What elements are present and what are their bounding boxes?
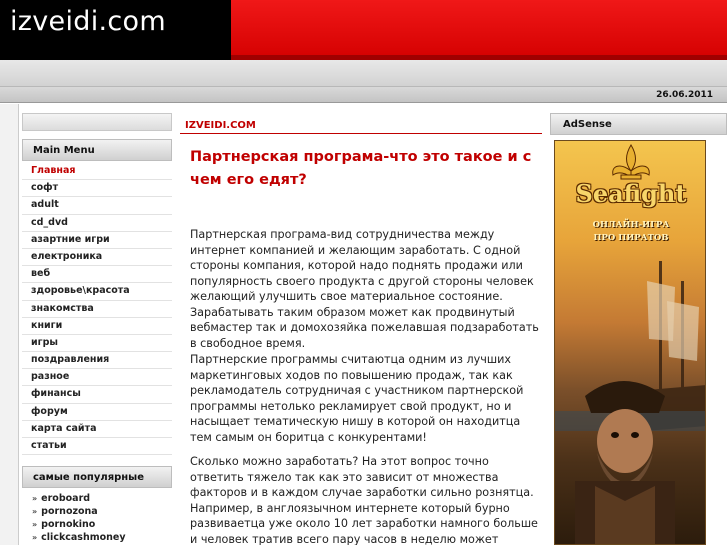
ad-tagline-1: ОНЛАЙН-ИГРА [592, 220, 670, 230]
main-menu-item[interactable]: здоровье\красота [22, 283, 172, 301]
article-paragraph-3: Сколько можно заработать? На этот вопрос… [190, 455, 538, 545]
site-title[interactable]: izveidi.com [10, 6, 166, 37]
ad-tagline-2: ПРО ПИРАТОВ [593, 233, 669, 243]
breadcrumb[interactable]: IZVEIDI.COM [180, 120, 542, 134]
main-menu-item[interactable]: cd_dvd [22, 215, 172, 232]
popular-title: самые популярные [22, 466, 172, 488]
popular-list: » eroboard» pornozona» pornokino» clickcashm… [22, 493, 172, 545]
pirate-icon [575, 381, 675, 544]
main-menu-item[interactable]: форум [22, 404, 172, 421]
main-menu-item[interactable]: знакомства [22, 301, 172, 318]
main-menu-title: Main Menu [22, 139, 172, 161]
popular-item[interactable]: » pornokino [22, 519, 172, 532]
main-menu-item[interactable]: разное [22, 369, 172, 387]
main-content: IZVEIDI.COM Партнерская програма-что это… [180, 110, 542, 545]
popular-item[interactable]: » pornozona [22, 506, 172, 519]
popular-item[interactable]: » clickcashmoney [22, 532, 172, 545]
main-menu-item[interactable]: игры [22, 335, 172, 353]
sidebar-top-bar [22, 113, 172, 131]
site-header: izveidi.com [0, 0, 727, 60]
main-menu-item[interactable]: статьи [22, 438, 172, 456]
popular-item-label: pornozona [41, 506, 98, 517]
main-menu-item[interactable]: електроника [22, 249, 172, 267]
left-sidebar: Main Menu Главная софт adult cd_dvd азартние… [22, 110, 172, 545]
article-paragraph-2: Партнерские программы считаютца одним из… [190, 353, 524, 444]
bullet-icon: » [32, 494, 38, 503]
header-red-band [231, 0, 727, 60]
ad-logo: Seafight [575, 179, 687, 208]
popular-item-label: pornokino [41, 519, 96, 530]
main-menu-item[interactable]: софт [22, 180, 172, 198]
adsense-title: AdSense [550, 113, 727, 135]
article-title: Партнерская програма-что это такое и с ч… [190, 149, 532, 188]
popular-item-label: clickcashmoney [41, 532, 126, 543]
main-menu-item[interactable]: Главная [22, 163, 172, 181]
popular-item[interactable]: » eroboard [22, 493, 172, 506]
bullet-icon: » [32, 520, 38, 529]
bullet-icon: » [32, 507, 38, 516]
popular-item-label: eroboard [41, 493, 91, 504]
right-sidebar: AdSense Seafight ОНЛАЙН-ИГРА ПРО ПИРАТОВ [550, 110, 727, 545]
main-menu-item[interactable]: азартние игри [22, 232, 172, 249]
main-menu: Главная софт adult cd_dvd азартние игри елект… [22, 163, 172, 456]
main-menu-item[interactable]: поздравления [22, 352, 172, 370]
main-menu-item[interactable]: финансы [22, 386, 172, 404]
article-paragraph-1: Партнерская програма-вид сотрудничества … [190, 228, 539, 350]
main-menu-item[interactable]: книги [22, 318, 172, 335]
main-menu-item[interactable]: карта сайта [22, 421, 172, 438]
current-date: 26.06.2011 [656, 90, 713, 100]
nav-band [0, 60, 727, 87]
main-menu-item[interactable]: adult [22, 197, 172, 215]
ad-banner[interactable]: Seafight ОНЛАЙН-ИГРА ПРО ПИРАТОВ [554, 140, 706, 545]
bullet-icon: » [32, 533, 38, 542]
date-bar [0, 87, 727, 103]
main-menu-item[interactable]: веб [22, 266, 172, 284]
fleur-de-lis-icon [612, 144, 650, 180]
